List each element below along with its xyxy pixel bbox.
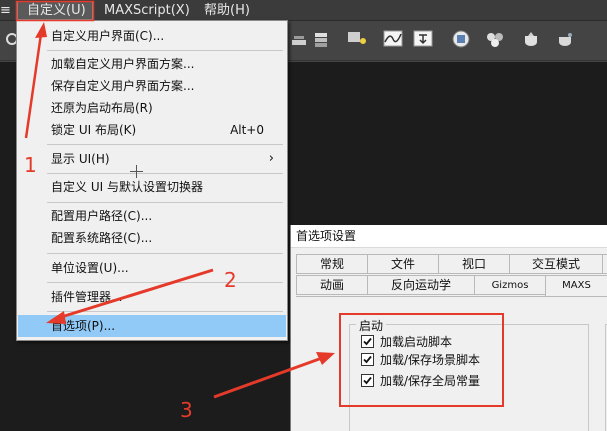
submenu-arrow-icon: ›: [268, 151, 274, 166]
tab-interaction-mode[interactable]: 交互模式: [509, 254, 603, 274]
menu-item-save-ui-scheme[interactable]: 保存自定义用户界面方案...: [18, 75, 286, 97]
menu-separator: [47, 144, 283, 145]
crosshair-cursor-icon: [130, 165, 143, 178]
menu-separator: [47, 253, 283, 254]
menu-bar-edge-icon[interactable]: ≡: [0, 2, 11, 20]
tab-files[interactable]: 文件: [367, 254, 439, 274]
checkbox-icon[interactable]: [361, 374, 374, 387]
tab-overflow[interactable]: [602, 254, 607, 274]
material-editor-icon[interactable]: [484, 28, 506, 50]
menu-item-units-setup[interactable]: 单位设置(U)...: [18, 257, 286, 279]
checkbox-icon[interactable]: [361, 353, 374, 366]
layer-manager-icon[interactable]: [312, 28, 334, 50]
checkbox-load-save-persistent-globals[interactable]: 加载/保存全局常量: [361, 373, 480, 391]
annotation-step-3: 3: [180, 398, 193, 422]
render-icon[interactable]: [554, 28, 576, 50]
tab-viewports[interactable]: 视口: [438, 254, 510, 274]
tab-general[interactable]: 常规: [296, 254, 368, 274]
menu-item-load-ui-scheme[interactable]: 加载自定义用户界面方案...: [18, 53, 286, 75]
scene-explorer-icon[interactable]: [346, 28, 368, 50]
checkbox-load-save-scene-scripts[interactable]: 加载/保存场景脚本: [361, 352, 480, 370]
menu-item-preferences[interactable]: 首选项(P)...: [18, 315, 286, 337]
menu-bar: ≡ 自定义(U) MAXScript(X) 帮助(H): [0, 0, 607, 21]
curve-editor-icon[interactable]: [382, 28, 404, 50]
menu-item-plugin-manager[interactable]: 插件管理器...: [18, 286, 286, 308]
menu-help[interactable]: 帮助(H): [204, 2, 250, 20]
customize-dropdown: 自定义用户界面(C)... 加载自定义用户界面方案... 保存自定义用户界面方案…: [16, 20, 288, 341]
schematic-view-icon[interactable]: [450, 28, 472, 50]
dialog-title: 首选项设置: [291, 225, 607, 248]
tab-inverse-kinematics[interactable]: 反向运动学: [367, 275, 475, 295]
menu-separator: [47, 282, 283, 283]
dope-sheet-icon[interactable]: [412, 28, 434, 50]
annotation-step-2: 2: [224, 268, 237, 292]
annotation-step-1: 1: [24, 153, 37, 177]
menu-item-ui-defaults-switcher[interactable]: 自定义 UI 与默认设置切换器: [18, 176, 286, 198]
checkbox-icon[interactable]: [361, 335, 374, 348]
tab-maxscript[interactable]: MAXS: [545, 275, 607, 297]
menu-maxscript[interactable]: MAXScript(X): [104, 2, 190, 20]
shortcut-label: Alt+0: [230, 123, 264, 137]
startup-group-label: 启动: [356, 317, 387, 334]
tab-gizmos[interactable]: Gizmos: [474, 275, 546, 295]
menu-item-customize-ui[interactable]: 自定义用户界面(C)...: [18, 25, 286, 47]
menu-item-show-ui[interactable]: 显示 UI(H) ›: [18, 148, 286, 170]
menu-separator: [47, 173, 283, 174]
menu-customize[interactable]: 自定义(U): [17, 1, 93, 20]
tab-animation[interactable]: 动画: [296, 275, 368, 295]
menu-item-configure-system-paths[interactable]: 配置系统路径(C)...: [18, 227, 286, 249]
toolbar-icon[interactable]: [288, 28, 310, 50]
menu-item-revert-startup-layout[interactable]: 还原为启动布局(R): [18, 97, 286, 119]
menu-separator: [47, 202, 283, 203]
menu-item-lock-ui-layout[interactable]: 锁定 UI 布局(K) Alt+0: [18, 119, 286, 141]
menu-separator: [47, 50, 283, 51]
render-setup-icon[interactable]: [520, 28, 542, 50]
menu-item-configure-user-paths[interactable]: 配置用户路径(C)...: [18, 205, 286, 227]
checkbox-load-startup-scripts[interactable]: 加载启动脚本: [361, 334, 452, 352]
menu-separator: [47, 311, 283, 312]
preferences-dialog: 首选项设置 常规 文件 视口 交互模式 动画 反向运动学 Gizmos MAXS…: [290, 225, 607, 431]
